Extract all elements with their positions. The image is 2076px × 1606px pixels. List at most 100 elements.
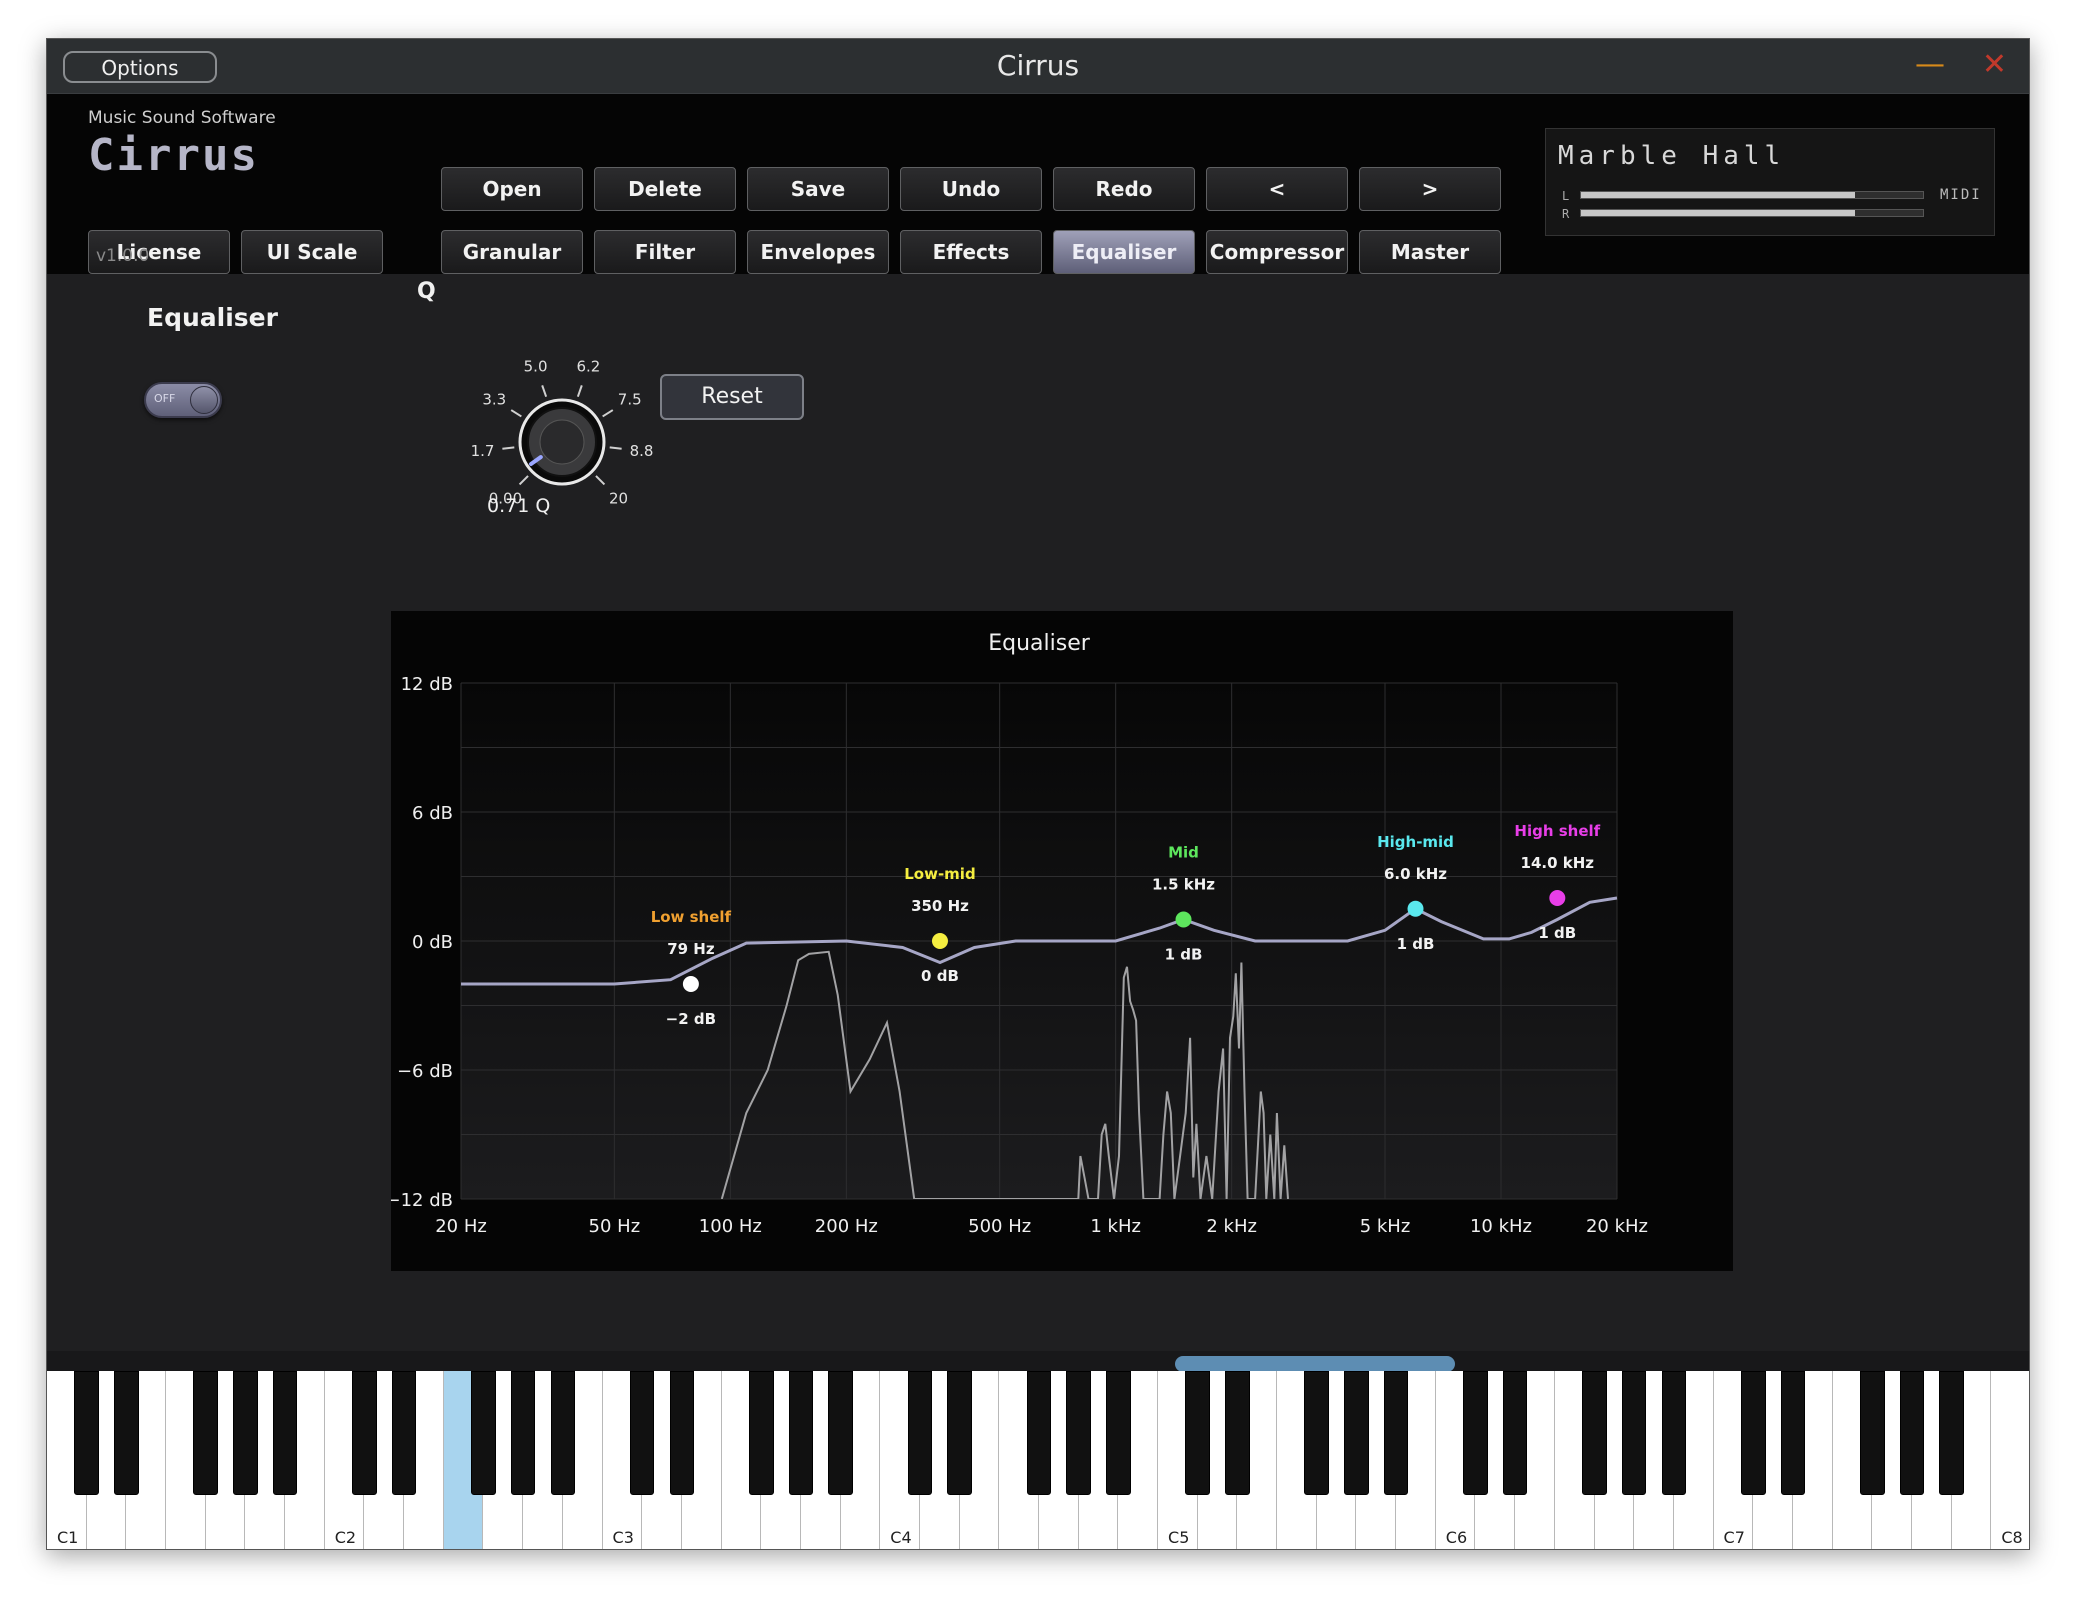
- tab-master[interactable]: Master: [1359, 230, 1501, 274]
- equaliser-power-toggle[interactable]: OFF: [144, 382, 222, 418]
- tab-filter[interactable]: Filter: [594, 230, 736, 274]
- q-knob[interactable]: 0.001.73.35.0 6.27.58.820: [407, 294, 667, 504]
- piano-key-C#4[interactable]: [907, 1371, 933, 1495]
- piano-key-D#1[interactable]: [114, 1371, 139, 1495]
- piano-key-C8[interactable]: C8: [1991, 1371, 2029, 1549]
- piano-key-C#5[interactable]: [1185, 1371, 1210, 1495]
- octave-label: C4: [890, 1528, 912, 1547]
- band-handle-high-shelf[interactable]: [1549, 890, 1566, 906]
- x-tick-label: 10 kHz: [1470, 1216, 1532, 1237]
- redo-button[interactable]: Redo: [1053, 167, 1195, 211]
- piano-key-D#4[interactable]: [947, 1371, 972, 1495]
- reset-button[interactable]: Reset: [660, 374, 804, 420]
- equaliser-chart[interactable]: Equaliser 12 dB 6 dB 0 dB −6 dB −12 dB 20 Hz 50…: [391, 611, 1733, 1271]
- band-name-low-mid: Low-mid: [904, 865, 975, 883]
- x-tick-label: 1 kHz: [1090, 1216, 1141, 1237]
- piano-key-D#7[interactable]: [1780, 1371, 1806, 1495]
- piano-key-G#2[interactable]: [510, 1371, 536, 1495]
- q-knob-tick: [518, 475, 529, 486]
- equaliser-graph[interactable]: Equaliser 12 dB 6 dB 0 dB −6 dB −12 dB 20 Hz 50…: [391, 611, 1733, 1271]
- keyboard-scrollbar[interactable]: [47, 1351, 2029, 1372]
- close-icon[interactable]: ✕: [1982, 47, 2007, 82]
- piano-key-D#2[interactable]: [391, 1371, 417, 1495]
- tab-granular[interactable]: Granular: [441, 230, 583, 274]
- band-name-high-mid: High-mid: [1377, 833, 1454, 851]
- version-label: v1.0.0: [96, 246, 150, 266]
- piano-key-C#6[interactable]: [1463, 1371, 1488, 1495]
- piano-key-F#7[interactable]: [1859, 1371, 1885, 1495]
- piano-key-C#1[interactable]: [74, 1371, 99, 1495]
- piano-key-A#6[interactable]: [1661, 1371, 1687, 1495]
- piano-key-F#1[interactable]: [193, 1371, 218, 1495]
- x-tick-label: 20 Hz: [435, 1216, 487, 1237]
- piano-key-G#7[interactable]: [1899, 1371, 1925, 1495]
- q-knob-scale-label: 6.2: [576, 357, 600, 375]
- open-button[interactable]: Open: [441, 167, 583, 211]
- chart-title: Equaliser: [988, 631, 1091, 656]
- octave-label: C7: [1723, 1528, 1745, 1547]
- piano-key-D#5[interactable]: [1225, 1371, 1250, 1495]
- meter-r: [1580, 209, 1924, 217]
- octave-label: C1: [57, 1528, 79, 1547]
- piano-key-G#6[interactable]: [1621, 1371, 1647, 1495]
- piano-key-G#5[interactable]: [1344, 1371, 1369, 1495]
- piano-key-G#1[interactable]: [233, 1371, 258, 1495]
- band-handle-mid[interactable]: [1175, 911, 1192, 928]
- toggle-state-label: OFF: [154, 392, 176, 405]
- piano-key-F#3[interactable]: [748, 1371, 774, 1495]
- q-value-readout: 0.71 Q: [487, 495, 551, 517]
- piano-key-G#3[interactable]: [788, 1371, 814, 1495]
- tab-equaliser[interactable]: Equaliser: [1053, 230, 1195, 274]
- piano-keyboard[interactable]: C1 C2 C3 C4 C5 C6 C7 C8: [47, 1371, 2029, 1549]
- save-button[interactable]: Save: [747, 167, 889, 211]
- band-gain-high-mid: 1 dB: [1397, 935, 1435, 953]
- tab-envelopes[interactable]: Envelopes: [747, 230, 889, 274]
- q-knob-tick: [595, 475, 606, 486]
- y-tick-label: 0 dB: [412, 932, 453, 953]
- piano-key-F#2[interactable]: [471, 1371, 496, 1495]
- q-knob-scale-label: 20: [609, 490, 628, 504]
- piano-key-A#5[interactable]: [1383, 1371, 1409, 1495]
- piano-key-C#7[interactable]: [1740, 1371, 1766, 1495]
- q-knob-tick: [502, 446, 515, 450]
- piano-key-F#4[interactable]: [1026, 1371, 1052, 1495]
- q-knob-scale-label: 8.8: [630, 442, 654, 460]
- tab-effects[interactable]: Effects: [900, 230, 1042, 274]
- undo-button[interactable]: Undo: [900, 167, 1042, 211]
- previous-preset-button[interactable]: <: [1206, 167, 1348, 211]
- piano-key-D#3[interactable]: [669, 1371, 695, 1495]
- q-knob-scale-label: 1.7: [471, 442, 495, 460]
- band-gain-low-shelf: −2 dB: [666, 1010, 716, 1028]
- y-tick-label: 6 dB: [412, 803, 453, 824]
- band-handle-low-shelf[interactable]: [682, 976, 699, 992]
- band-name-mid: Mid: [1168, 844, 1199, 862]
- preset-display[interactable]: Marble Hall L R MIDI: [1545, 128, 1995, 236]
- piano-key-A#2[interactable]: [550, 1371, 576, 1495]
- ui-scale-button[interactable]: UI Scale: [241, 230, 383, 274]
- meter-l-label: L: [1562, 189, 1570, 203]
- piano-key-G#4[interactable]: [1066, 1371, 1091, 1495]
- next-preset-button[interactable]: >: [1359, 167, 1501, 211]
- brand-logo: Cirrus: [88, 130, 259, 181]
- band-handle-high-mid[interactable]: [1407, 900, 1424, 917]
- piano-key-C#3[interactable]: [629, 1371, 655, 1495]
- band-gain-mid: 1 dB: [1165, 946, 1203, 964]
- piano-key-A#1[interactable]: [272, 1371, 298, 1495]
- keyboard-scroll-thumb[interactable]: [1175, 1356, 1455, 1372]
- piano-key-C#2[interactable]: [352, 1371, 377, 1495]
- midi-indicator: MIDI: [1940, 187, 1982, 203]
- piano-key-F#5[interactable]: [1304, 1371, 1330, 1495]
- tab-compressor[interactable]: Compressor: [1206, 230, 1348, 274]
- piano-key-D#6[interactable]: [1502, 1371, 1528, 1495]
- q-knob-center: [539, 419, 585, 465]
- band-freq-mid: 1.5 kHz: [1152, 876, 1215, 894]
- piano-key-A#3[interactable]: [828, 1371, 853, 1495]
- delete-button[interactable]: Delete: [594, 167, 736, 211]
- piano-key-A#7[interactable]: [1939, 1371, 1964, 1495]
- piano-key-A#4[interactable]: [1106, 1371, 1131, 1495]
- minimize-icon[interactable]: —: [1915, 47, 1945, 82]
- band-gain-low-mid: 0 dB: [921, 967, 959, 985]
- q-knob-tick: [576, 385, 583, 398]
- piano-key-F#6[interactable]: [1582, 1371, 1607, 1495]
- band-handle-low-mid[interactable]: [931, 933, 948, 949]
